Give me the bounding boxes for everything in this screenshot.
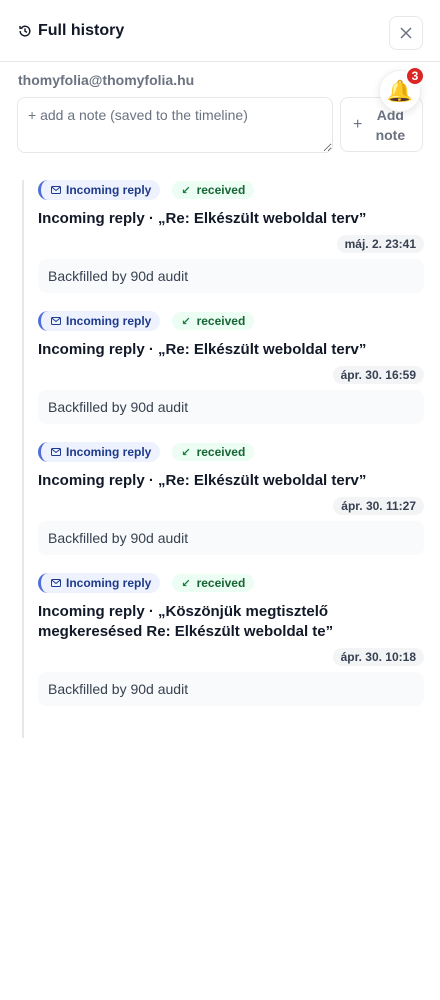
status-chip-label: received [196,314,246,328]
timeline-event: Incoming reply ↙ received Incoming reply… [38,180,424,293]
close-button[interactable] [389,16,423,50]
status-chip-label: received [196,445,246,459]
timeline: Incoming reply ↙ received Incoming reply… [22,180,424,738]
status-chip: ↙ received [172,574,255,592]
event-timestamp: ápr. 30. 10:18 [332,648,424,666]
event-title: Incoming reply · „Re: Elkészült weboldal… [38,472,367,489]
status-chip: ↙ received [172,312,255,330]
event-chips: Incoming reply ↙ received [38,180,424,200]
type-chip-label: Incoming reply [66,445,152,459]
mail-icon [51,448,61,456]
event-chips: Incoming reply ↙ received [38,311,424,331]
contact-email: thomyfolia@thomyfolia.hu [18,72,195,88]
event-note: Backfilled by 90d audit [38,672,424,706]
panel-title: Full history [18,22,124,40]
event-title: Incoming reply · „Re: Elkészült weboldal… [38,341,367,358]
mail-icon [51,186,61,194]
type-chip: Incoming reply [38,311,161,331]
timeline-event: Incoming reply ↙ received Incoming reply… [38,573,424,706]
type-chip: Incoming reply [38,442,161,462]
timeline-event: Incoming reply ↙ received Incoming reply… [38,311,424,424]
event-note: Backfilled by 90d audit [38,521,424,555]
event-title: Incoming reply · „Köszönjük megtisztelő … [38,603,334,640]
type-chip-label: Incoming reply [66,183,152,197]
status-chip-label: received [196,576,246,590]
event-title: Incoming reply · „Re: Elkészült weboldal… [38,210,367,227]
mail-icon [51,579,61,587]
type-chip-label: Incoming reply [66,576,152,590]
panel-title-text: Full history [38,21,125,39]
history-icon [19,25,31,37]
event-timestamp: ápr. 30. 16:59 [332,366,424,384]
panel-header: Full history [0,0,440,62]
plus-icon: + [353,115,363,133]
type-chip-label: Incoming reply [66,314,152,328]
status-chip: ↙ received [172,443,255,461]
arrow-down-left-icon: ↙ [181,446,191,459]
type-chip: Incoming reply [38,573,161,593]
event-chips: Incoming reply ↙ received [38,442,424,462]
arrow-down-left-icon: ↙ [181,577,191,590]
mail-icon [51,317,61,325]
event-timestamp: ápr. 30. 11:27 [333,497,424,515]
status-chip: ↙ received [172,181,255,199]
event-chips: Incoming reply ↙ received [38,573,424,593]
close-icon [400,27,412,39]
status-chip-label: received [196,183,246,197]
arrow-down-left-icon: ↙ [181,315,191,328]
notification-count-badge: 3 [405,66,425,86]
event-timestamp: máj. 2. 23:41 [336,235,424,253]
note-input[interactable] [17,97,333,153]
arrow-down-left-icon: ↙ [181,184,191,197]
timeline-event: Incoming reply ↙ received Incoming reply… [38,442,424,555]
event-note: Backfilled by 90d audit [38,390,424,424]
type-chip: Incoming reply [38,180,161,200]
event-note: Backfilled by 90d audit [38,259,424,293]
